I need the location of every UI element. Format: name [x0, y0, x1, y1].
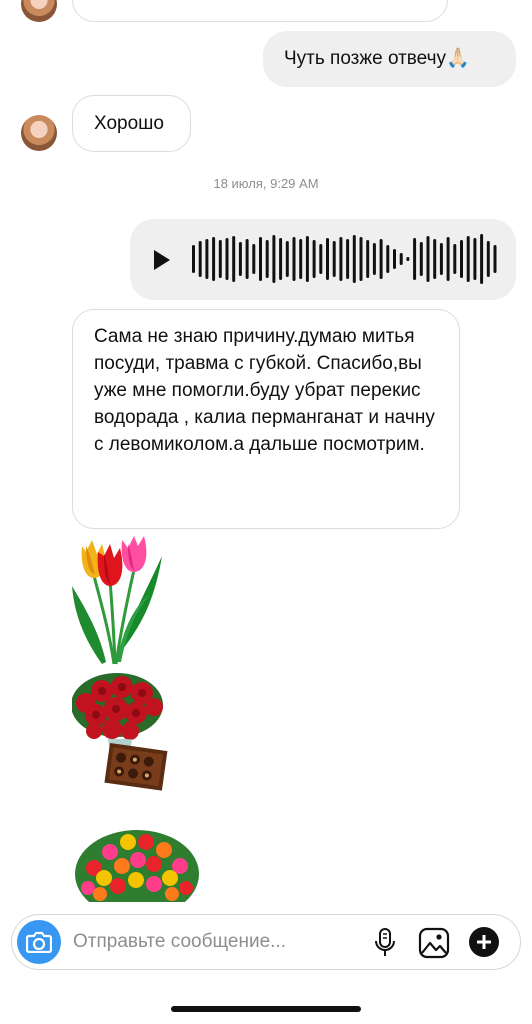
waveform-bar: [419, 242, 423, 276]
waveform-bar: [225, 238, 229, 280]
waveform-bar: [473, 238, 477, 280]
message-input[interactable]: [72, 925, 366, 961]
avatar[interactable]: [21, 115, 57, 151]
waveform-bar: [406, 257, 410, 261]
image-gallery-icon[interactable]: [418, 927, 450, 964]
waveform-bar: [252, 244, 256, 274]
waveform-bar: [413, 238, 417, 280]
waveform-bar: [332, 241, 336, 277]
waveform-bar: [493, 245, 497, 273]
camera-icon: [25, 931, 53, 958]
tulips-sticker[interactable]: [72, 536, 164, 671]
incoming-message-text: Хорошо: [94, 113, 164, 134]
waveform-bar: [480, 234, 484, 284]
waveform-bar: [285, 241, 289, 277]
waveform-bar: [198, 241, 202, 277]
waveform-bar: [218, 240, 222, 278]
waveform-bar: [433, 239, 437, 279]
waveform-bar: [359, 237, 363, 281]
roses-chocolates-sticker[interactable]: [71, 673, 172, 804]
waveform-bar: [346, 239, 350, 279]
audio-waveform-icon[interactable]: [188, 231, 500, 293]
waveform-bar: [305, 236, 309, 282]
waveform-bar: [379, 239, 383, 279]
waveform-bar: [326, 238, 329, 280]
waveform-bar: [245, 239, 249, 279]
avatar[interactable]: [21, 0, 57, 22]
waveform-bar: [339, 237, 343, 281]
waveform-bar: [232, 236, 236, 282]
waveform-bar: [426, 236, 430, 282]
waveform-bar: [366, 240, 370, 278]
message-timestamp: 18 июля, 9:29 AM: [213, 176, 319, 191]
waveform-bar: [453, 244, 457, 274]
waveform-bar: [279, 238, 283, 280]
waveform-bar: [192, 245, 195, 273]
waveform-bar: [439, 243, 443, 275]
waveform-bar: [386, 245, 390, 273]
waveform-bar: [205, 239, 209, 279]
incoming-message-text: Сама не знаю причину.думаю митья посуди,…: [94, 326, 435, 455]
outgoing-message-text: Чуть позже отвечу🙏🏻: [284, 48, 470, 69]
message-composer[interactable]: [11, 914, 521, 970]
waveform-bar: [265, 240, 269, 278]
microphone-icon[interactable]: [374, 927, 396, 964]
previous-message-bubble: [72, 0, 448, 22]
waveform-bar: [312, 240, 316, 278]
flower-basket-sticker[interactable]: [74, 828, 200, 902]
incoming-message-bubble[interactable]: Хорошо: [72, 95, 191, 152]
waveform-bar: [393, 249, 396, 269]
waveform-bar: [399, 253, 403, 265]
waveform-bar: [446, 237, 450, 281]
voice-message-bubble[interactable]: [130, 219, 516, 300]
incoming-message-bubble[interactable]: Сама не знаю причину.думаю митья посуди,…: [72, 309, 460, 529]
waveform-bar: [466, 236, 470, 282]
camera-button[interactable]: [17, 920, 61, 964]
plus-icon[interactable]: [468, 926, 500, 963]
waveform-bar: [352, 235, 356, 283]
waveform-bar: [259, 237, 262, 281]
outgoing-message-bubble[interactable]: Чуть позже отвечу🙏🏻: [263, 31, 516, 87]
home-indicator: [171, 1006, 361, 1012]
waveform-bar: [238, 242, 242, 276]
waveform-bar: [372, 243, 376, 275]
waveform-bar: [319, 244, 323, 274]
waveform-bar: [299, 239, 303, 279]
waveform-bar: [292, 237, 296, 281]
waveform-bar: [212, 237, 216, 281]
waveform-bar: [272, 235, 276, 283]
waveform-bar: [486, 241, 490, 277]
waveform-bar: [460, 240, 463, 278]
play-icon[interactable]: [152, 249, 172, 277]
